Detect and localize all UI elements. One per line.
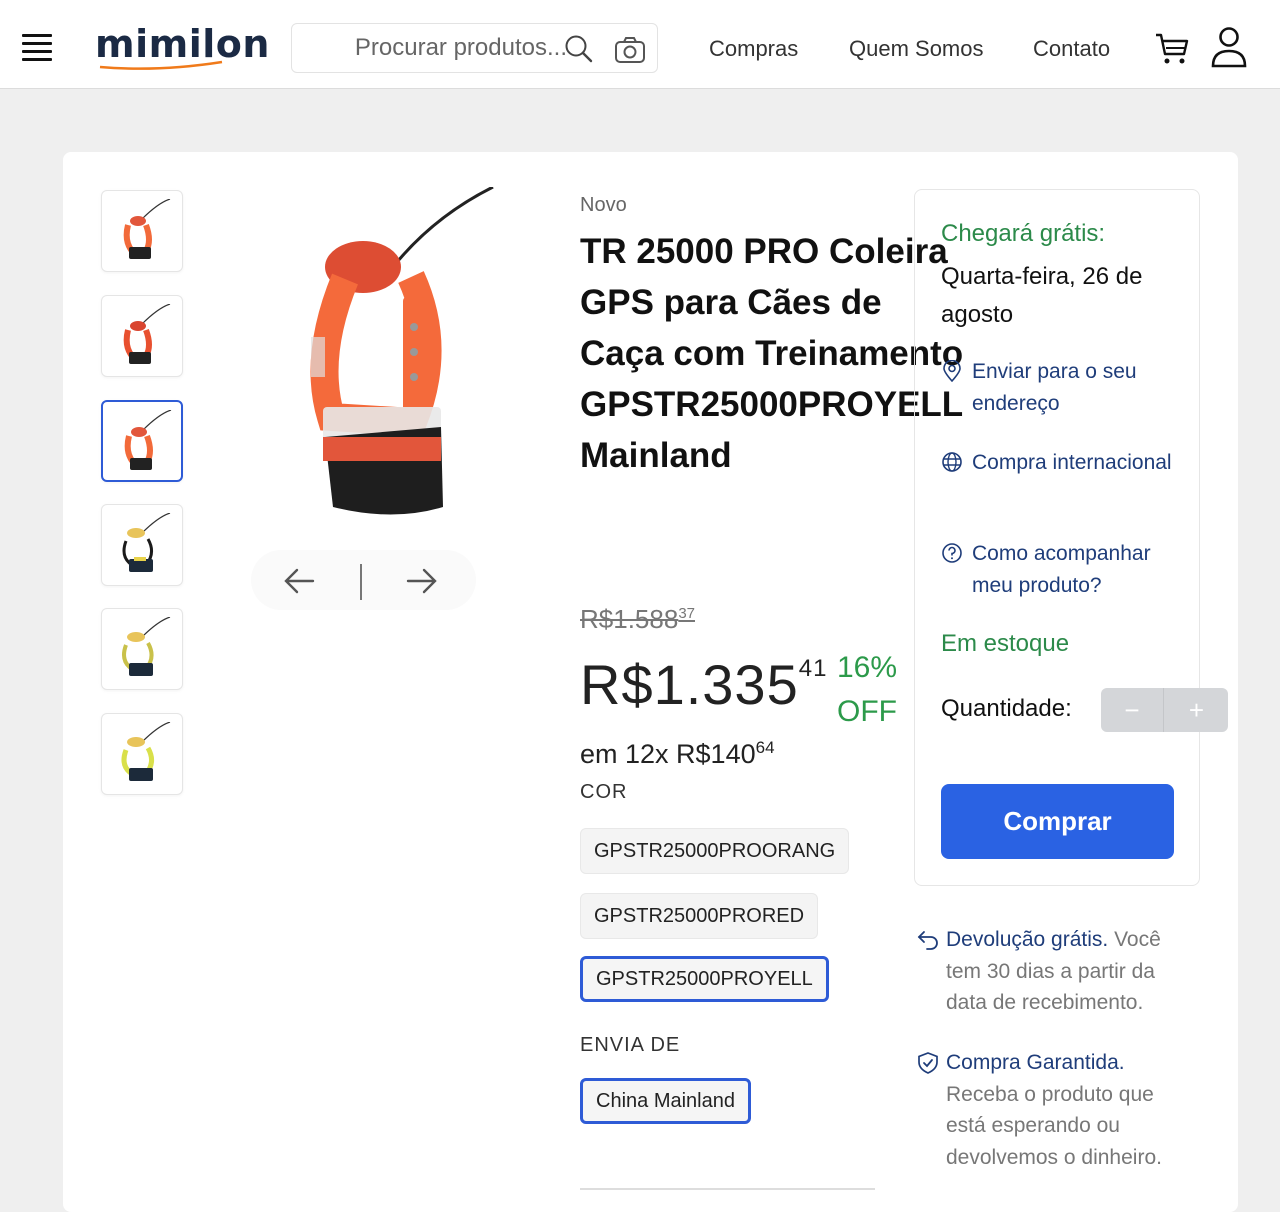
thumbnail-5[interactable] (101, 608, 183, 690)
stock-status: Em estoque (941, 630, 1070, 657)
installments-cents: 64 (755, 738, 775, 757)
top-header: mimilon Compras Quem Somos Contato (0, 0, 1280, 89)
guaranteed-purchase-title[interactable]: Compra Garantida. (946, 1051, 1125, 1074)
hamburger-menu-icon[interactable] (22, 34, 54, 62)
collar-thumbnail-icon (122, 617, 171, 676)
help-circle-icon (942, 543, 962, 563)
quantity-label: Quantidade: (941, 695, 1072, 722)
nav-quem-somos[interactable]: Quem Somos (849, 36, 984, 62)
quantity-decrease-button[interactable]: − (1101, 688, 1164, 732)
purchase-box: Chegará grátis: Quarta-feira, 26 de agos… (914, 189, 1228, 886)
return-arrow-icon (917, 931, 938, 950)
collar-thumbnail-icon (124, 410, 172, 470)
guaranteed-purchase-text: Receba o produto que está esperando ou d… (946, 1082, 1162, 1169)
thumbnail-1[interactable] (101, 190, 183, 272)
international-purchase-link[interactable]: Compra internacional (941, 447, 1186, 479)
arrow-left-icon[interactable] (283, 567, 315, 595)
search-input[interactable] (302, 32, 567, 64)
track-product-link[interactable]: Como acompanhar meu produto? (941, 538, 1186, 602)
thumbnail-4[interactable] (101, 504, 183, 586)
product-title: TR 25000 PRO Coleira GPS para Cães de Ca… (580, 232, 964, 475)
free-return-title[interactable]: Devolução grátis. (946, 928, 1108, 951)
free-return-policy: Devolução grátis. Você tem 30 dias a par… (916, 924, 1196, 1019)
gallery-navigation (251, 550, 476, 610)
product-condition: Novo (580, 194, 627, 216)
thumbnail-2[interactable] (101, 295, 183, 377)
buy-button[interactable]: Comprar (941, 784, 1174, 859)
track-product-label: Como acompanhar meu produto? (972, 542, 1151, 597)
price-main: R$1.335 (580, 653, 799, 716)
discount-badge: 16% OFF (837, 651, 898, 728)
nav-compras[interactable]: Compras (709, 36, 798, 62)
installments: em 12x R$14064 (580, 738, 775, 770)
shipping-title: Chegará grátis: (941, 220, 1106, 247)
international-purchase-label: Compra internacional (972, 451, 1172, 474)
product-main-image (310, 187, 494, 515)
quantity-stepper: − + (1101, 688, 1228, 732)
ships-from-option[interactable]: China Mainland (580, 1078, 751, 1124)
ships-from-label: ENVIA DE (580, 1034, 681, 1056)
collar-thumbnail-icon (122, 513, 171, 572)
user-account-icon[interactable] (1210, 26, 1248, 68)
send-to-address-label: Enviar para o seu endereço (972, 360, 1137, 415)
current-price: R$1.33541 (580, 652, 827, 717)
camera-icon[interactable] (614, 36, 646, 64)
nav-contato[interactable]: Contato (1033, 36, 1110, 62)
send-to-address-link[interactable]: Enviar para o seu endereço (941, 356, 1186, 420)
collar-thumbnail-icon (123, 199, 171, 259)
collar-thumbnail-icon (121, 722, 171, 781)
search-box (291, 23, 658, 73)
shipping-date: Quarta-feira, 26 de agosto (941, 263, 1143, 328)
quantity-increase-button[interactable]: + (1165, 688, 1228, 732)
old-price-main: R$1.588 (580, 604, 679, 634)
variant-option-red[interactable]: GPSTR25000PRORED (580, 893, 819, 939)
variant-option-yellow[interactable]: GPSTR25000PROYELL (580, 956, 829, 1002)
divider (580, 1188, 875, 1190)
price-cents: 41 (798, 655, 828, 682)
collar-thumbnail-icon (123, 304, 171, 364)
thumbnail-6[interactable] (101, 713, 183, 795)
guaranteed-purchase-policy: Compra Garantida. Receba o produto que e… (916, 1047, 1196, 1173)
globe-icon (942, 452, 962, 472)
product-card: Novo TR 25000 PRO Coleira GPS para Cães … (63, 152, 1238, 1212)
color-label: COR (580, 781, 628, 803)
old-price: R$1.58837 (580, 604, 695, 635)
old-price-cents: 37 (678, 605, 695, 622)
gallery-divider (360, 564, 362, 600)
arrow-right-icon[interactable] (406, 567, 438, 595)
search-icon[interactable] (564, 34, 594, 64)
location-pin-icon (943, 360, 961, 382)
shield-check-icon (918, 1052, 938, 1074)
thumbnail-3[interactable] (101, 400, 183, 482)
installments-main: em 12x R$140 (580, 739, 756, 769)
logo-swoosh-icon (99, 60, 223, 70)
cart-icon[interactable] (1154, 30, 1190, 66)
variant-option-orange[interactable]: GPSTR25000PROORANG (580, 828, 850, 874)
